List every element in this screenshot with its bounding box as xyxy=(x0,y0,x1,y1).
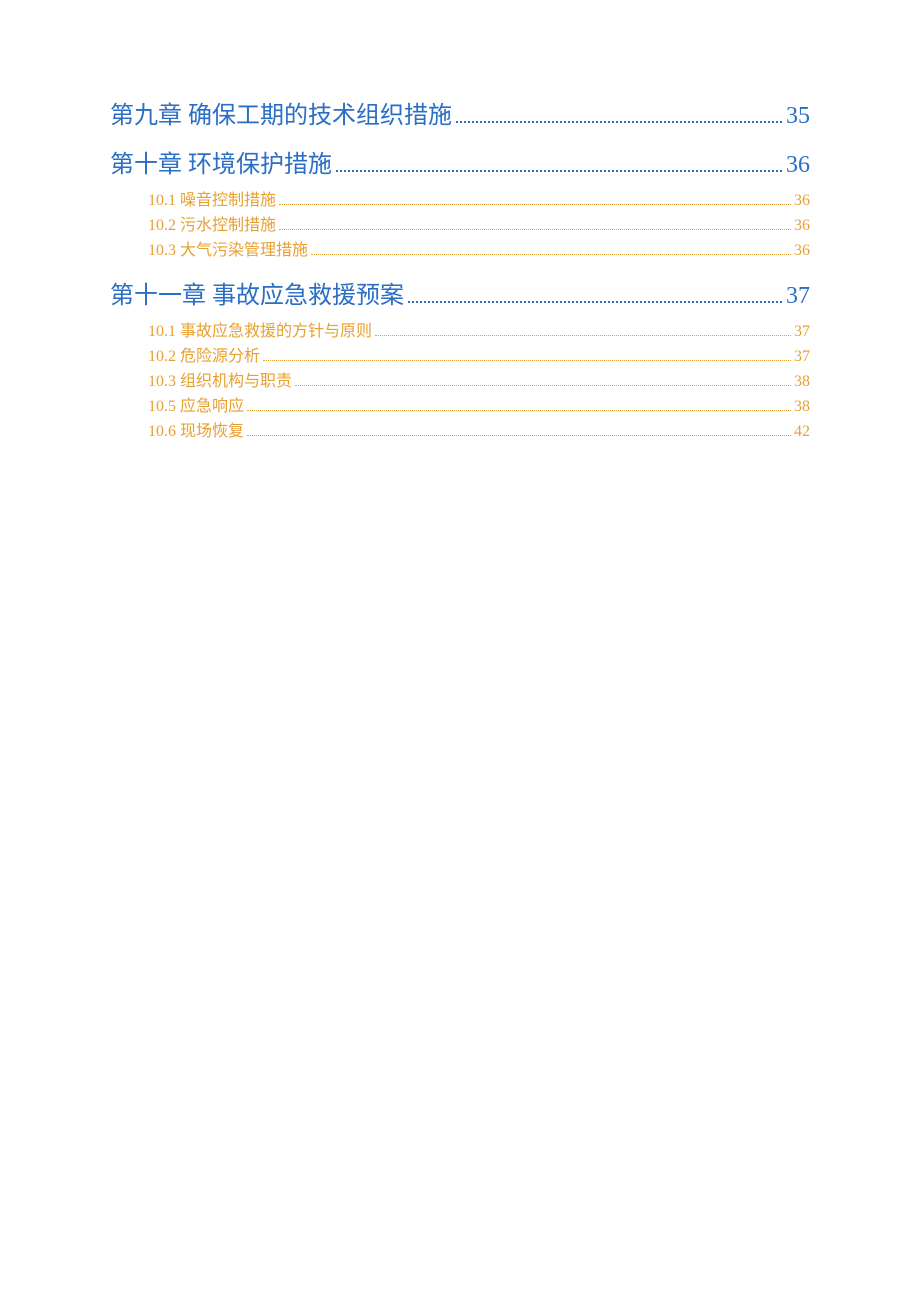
toc-leader xyxy=(375,320,791,336)
toc-leader xyxy=(456,99,782,123)
toc-section-label: 10.3 大气污染管理措施 xyxy=(148,239,308,264)
toc-section-entry[interactable]: 10.3 大气污染管理措施 36 xyxy=(148,239,810,264)
toc-section-label: 10.6 现场恢复 xyxy=(148,420,244,445)
toc-page-number: 35 xyxy=(786,103,810,130)
toc-section-label: 10.3 组织机构与职责 xyxy=(148,370,292,395)
toc-leader xyxy=(408,279,782,303)
toc-chapter-entry[interactable]: 第十一章 事故应急救援预案 37 xyxy=(110,275,810,310)
toc-section-label: 10.5 应急响应 xyxy=(148,395,244,420)
toc-section-group: 10.1 噪音控制措施 36 10.2 污水控制措施 36 10.3 大气污染管… xyxy=(110,189,810,263)
toc-leader xyxy=(247,420,791,436)
toc-section-entry[interactable]: 10.5 应急响应 38 xyxy=(148,395,810,420)
toc-leader xyxy=(279,189,791,205)
toc-page-number: 42 xyxy=(794,420,810,445)
toc-page-number: 38 xyxy=(794,395,810,420)
toc-section-entry[interactable]: 10.6 现场恢复 42 xyxy=(148,420,810,445)
toc-leader xyxy=(247,395,791,411)
toc-page-number: 37 xyxy=(794,320,810,345)
toc-section-entry[interactable]: 10.1 事故应急救援的方针与原则 37 xyxy=(148,320,810,345)
toc-section-label: 10.1 事故应急救援的方针与原则 xyxy=(148,320,372,345)
toc-section-entry[interactable]: 10.2 危险源分析 37 xyxy=(148,345,810,370)
toc-section-group: 10.1 事故应急救援的方针与原则 37 10.2 危险源分析 37 10.3 … xyxy=(110,320,810,444)
toc-leader xyxy=(311,239,791,255)
toc-leader xyxy=(336,148,782,172)
toc-section-entry[interactable]: 10.1 噪音控制措施 36 xyxy=(148,189,810,214)
toc-chapter-label: 第十章 环境保护措施 xyxy=(110,144,332,179)
toc-page-number: 37 xyxy=(794,345,810,370)
toc-page-number: 36 xyxy=(794,189,810,214)
toc-page-number: 36 xyxy=(786,152,810,179)
toc-chapter-label: 第九章 确保工期的技术组织措施 xyxy=(110,95,452,130)
toc-page-number: 38 xyxy=(794,370,810,395)
toc-section-label: 10.2 污水控制措施 xyxy=(148,214,276,239)
toc-leader xyxy=(295,370,791,386)
toc-leader xyxy=(279,214,791,230)
toc-chapter-entry[interactable]: 第九章 确保工期的技术组织措施 35 xyxy=(110,95,810,130)
table-of-contents: 第九章 确保工期的技术组织措施 35 第十章 环境保护措施 36 10.1 噪音… xyxy=(110,95,810,444)
toc-chapter-entry[interactable]: 第十章 环境保护措施 36 xyxy=(110,144,810,179)
toc-section-label: 10.2 危险源分析 xyxy=(148,345,260,370)
toc-leader xyxy=(263,345,791,361)
toc-section-entry[interactable]: 10.2 污水控制措施 36 xyxy=(148,214,810,239)
toc-chapter-label: 第十一章 事故应急救援预案 xyxy=(110,275,404,310)
toc-page-number: 36 xyxy=(794,214,810,239)
toc-section-entry[interactable]: 10.3 组织机构与职责 38 xyxy=(148,370,810,395)
toc-section-label: 10.1 噪音控制措施 xyxy=(148,189,276,214)
toc-page-number: 36 xyxy=(794,239,810,264)
toc-page-number: 37 xyxy=(786,283,810,310)
